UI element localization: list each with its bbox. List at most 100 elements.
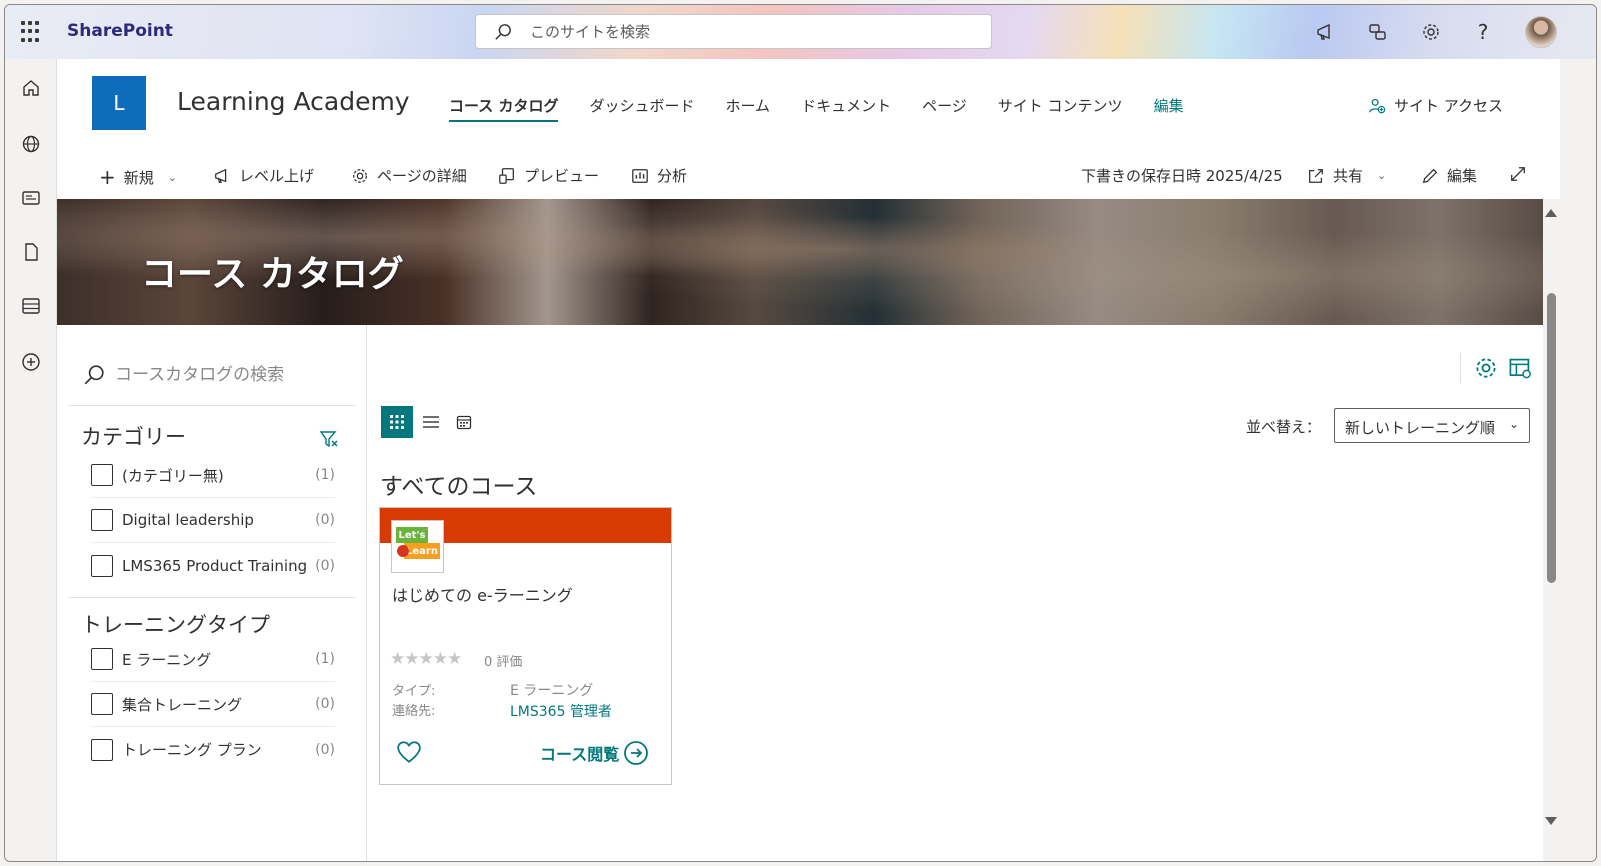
list-view-button[interactable] [415,406,447,438]
contact-link[interactable]: LMS365 管理者 [510,701,612,721]
chevron-down-icon: ⌄ [1377,169,1387,182]
nav-documents[interactable]: ドキュメント [801,95,891,122]
sort-dropdown[interactable]: 新しいトレーニング順 ⌄ [1334,408,1530,443]
nav-course-catalog[interactable]: コース カタログ [449,95,559,122]
share-button[interactable]: 共有 ⌄ [1307,165,1386,186]
checkbox[interactable] [91,464,113,486]
globe-icon[interactable] [18,131,44,157]
site-search-box[interactable] [475,14,992,49]
feedback-icon[interactable] [1366,20,1390,44]
megaphone-icon [215,168,227,183]
heart-icon[interactable] [396,740,422,764]
search-icon [84,365,104,385]
filter-option-e-learning[interactable]: E ラーニング (1) [91,637,335,682]
checkbox[interactable] [91,509,113,531]
scrollbar-thumb[interactable] [1547,293,1556,583]
course-card[interactable]: Let's Learn はじめての e-ラーニング ★★★★★ 0 評価 タイプ… [379,507,672,785]
nav-edit-link[interactable]: 編集 [1154,95,1184,122]
nav-dashboard[interactable]: ダッシュボード [589,95,694,122]
site-title[interactable]: Learning Academy [177,87,410,116]
catalog-search-input[interactable] [113,364,349,386]
chevron-down-icon: ⌄ [167,170,177,184]
checkbox[interactable] [91,648,113,670]
hero-banner: コース カタログ [57,199,1543,325]
preview-icon [499,167,514,184]
edit-label: 編集 [1447,167,1478,185]
expand-icon[interactable] [1509,165,1527,183]
course-thumbnail: Let's Learn [391,520,444,573]
grid-icon [390,415,404,429]
star-rating-icon[interactable]: ★★★★★ [390,649,462,669]
nav-pages[interactable]: ページ [922,95,967,122]
list-icon[interactable] [18,293,44,319]
new-label: 新規 [123,168,154,187]
avatar[interactable] [1525,16,1557,48]
arrow-right-circle-icon [624,741,649,765]
filter-option-no-category[interactable]: (カテゴリー無) (1) [91,453,335,498]
scroll-up-arrow[interactable] [1545,209,1557,217]
share-icon [1309,168,1323,183]
command-bar: + 新規 ⌄ レベル上げ ページの詳細 プレビュー 分析 下書きの保存日時 20… [57,153,1543,199]
course-title[interactable]: はじめての e-ラーニング [392,582,573,606]
grid-view-button[interactable] [381,406,413,438]
new-button[interactable]: + 新規 ⌄ [99,165,177,189]
sort-selected-value: 新しいトレーニング順 [1345,419,1496,437]
app-launcher-icon[interactable] [21,21,43,43]
checkbox[interactable] [91,738,113,761]
checkbox[interactable] [91,554,113,577]
document-icon[interactable] [18,239,44,265]
site-logo[interactable]: L [92,76,146,130]
filter-option-digital-leadership[interactable]: Digital leadership (0) [91,498,335,543]
filter-option-label: トレーニング プラン [122,741,262,759]
thumbnail-text: Learn [404,543,440,559]
gear-icon [353,168,367,183]
filter-option-training-plan[interactable]: トレーニング プラン (0) [91,727,335,772]
filter-option-count: (1) [315,651,335,667]
share-label: 共有 [1333,167,1364,185]
site-access-label: サイト アクセス [1393,97,1503,115]
filter-option-label: (カテゴリー無) [122,466,224,485]
section-title: すべてのコース [380,474,538,500]
site-access-button[interactable]: サイト アクセス [1368,95,1503,116]
filter-clear-icon[interactable] [319,429,339,449]
filter-option-classroom[interactable]: 集合トレーニング (0) [91,682,335,727]
layout-settings-icon[interactable] [1508,356,1532,380]
nav-site-contents[interactable]: サイト コンテンツ [998,95,1123,122]
search-icon [495,24,511,40]
filter-option-lms365-training[interactable]: LMS365 Product Training (0) [91,543,335,588]
page-details-button[interactable]: ページの詳細 [351,165,467,186]
calendar-view-button[interactable] [448,406,480,438]
filter-option-count: (0) [315,557,335,574]
training-type-group-title: トレーニングタイプ [81,613,270,637]
news-icon[interactable] [18,185,44,211]
thumbnail-text: Let's [396,527,428,543]
megaphone-icon[interactable] [1313,20,1337,44]
filter-option-count: (0) [315,741,335,758]
add-icon[interactable] [18,349,44,375]
pencil-icon [1422,168,1438,183]
hero-title: コース カタログ [141,254,404,295]
divider [69,597,355,598]
checkbox[interactable] [91,693,113,715]
vertical-scrollbar[interactable] [1543,199,1560,861]
divider [69,405,355,406]
preview-button[interactable]: プレビュー [498,165,599,186]
settings-icon[interactable] [1419,20,1443,44]
help-icon[interactable]: ? [1471,20,1495,44]
promote-button[interactable]: レベル上げ [213,165,314,186]
site-header: L Learning Academy コース カタログ ダッシュボード ホーム … [57,59,1543,153]
open-course-button[interactable]: コース閲覧 [540,740,649,766]
home-icon[interactable] [18,75,44,101]
calendar-icon [456,415,472,430]
scroll-down-arrow[interactable] [1545,817,1557,825]
analytics-button[interactable]: 分析 [631,165,687,186]
filter-option-label: 集合トレーニング [122,695,243,714]
app-name[interactable]: SharePoint [67,21,173,41]
filter-panel: カテゴリー (カテゴリー無) (1) Digital leadership (0… [57,325,367,861]
site-search-input[interactable] [528,21,968,43]
catalog-search-box[interactable] [83,359,353,391]
filter-option-count: (0) [315,512,335,528]
edit-button[interactable]: 編集 [1421,165,1477,186]
gear-icon[interactable] [1474,356,1498,380]
nav-home[interactable]: ホーム [726,95,771,122]
